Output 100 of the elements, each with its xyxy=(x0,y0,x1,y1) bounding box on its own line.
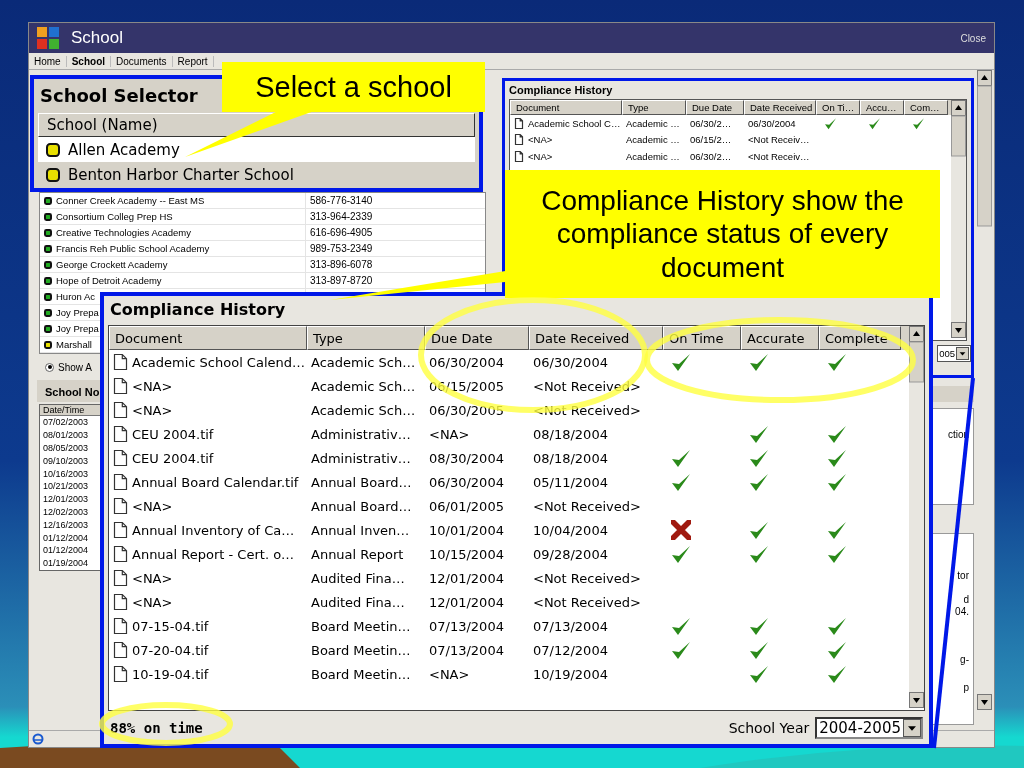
file-icon xyxy=(113,401,128,419)
file-icon xyxy=(113,665,128,683)
table-cell: Academic … xyxy=(626,117,680,129)
table-cell: 06/30/2004 xyxy=(748,117,796,129)
column-header[interactable]: Due Date xyxy=(686,100,744,115)
scrollbar[interactable] xyxy=(951,100,966,338)
column-header[interactable]: Date Received xyxy=(744,100,816,115)
column-header[interactable]: Type xyxy=(622,100,686,115)
column-header[interactable]: Due Date xyxy=(425,326,529,350)
school-name[interactable]: Hope of Detroit Academy xyxy=(56,275,162,286)
column-header[interactable]: Document xyxy=(510,100,622,115)
table-cell-text: 01/12/2004 xyxy=(42,531,89,545)
table-cell: Annual Board… xyxy=(311,474,412,490)
file-icon xyxy=(113,593,128,611)
table-cell-text: 01/12/2004 xyxy=(42,544,89,558)
note-text: tor xyxy=(957,570,969,581)
column-header[interactable]: Accu… xyxy=(860,100,904,115)
table-cell: 07/13/2004 xyxy=(429,618,504,634)
panel-title: Compliance History xyxy=(508,83,614,98)
table-cell-text: 08/01/2003 xyxy=(42,429,89,443)
table-cell-text: 10/21/2003 xyxy=(42,480,89,494)
note-text: p xyxy=(963,682,969,693)
file-icon xyxy=(113,449,128,467)
scrollbar[interactable] xyxy=(909,326,924,708)
column-header[interactable]: Accurate xyxy=(741,326,819,350)
table-cell: Administrativ… xyxy=(311,450,411,466)
menu-tab[interactable]: Home xyxy=(29,55,67,67)
table-cell: <NA> xyxy=(528,150,553,162)
table-cell: CEU 2004.tif xyxy=(132,426,214,442)
year-dropdown[interactable]: 005 xyxy=(937,345,971,362)
callout-text: Select a school xyxy=(222,62,485,112)
radio-label[interactable]: Show A xyxy=(58,361,92,373)
column-header[interactable]: Type xyxy=(307,326,425,350)
school-name[interactable]: Conner Creek Academy -- East MS xyxy=(56,195,205,206)
column-header[interactable]: On Time xyxy=(663,326,741,350)
column-header[interactable]: On Ti… xyxy=(816,100,860,115)
menu-tab[interactable]: Report xyxy=(172,55,214,67)
column-header[interactable]: Complete xyxy=(819,326,901,350)
table-cell-text: 01/19/2004 xyxy=(42,557,89,570)
school-name[interactable]: Marshall xyxy=(56,339,92,350)
school-name[interactable]: Joy Prepa xyxy=(56,307,99,318)
column-header[interactable]: Date Received xyxy=(529,326,663,350)
table-cell-text: 12/01/2003 xyxy=(42,493,89,506)
table-cell: 06/30/2004 xyxy=(429,354,504,370)
school-name[interactable]: Creative Technologies Academy xyxy=(56,227,191,238)
table-cell: 06/30/2004 xyxy=(533,354,608,370)
table-cell: Annual Board… xyxy=(311,498,412,514)
table-cell: Academic Sch… xyxy=(311,378,416,394)
table-cell: Annual Report xyxy=(311,546,404,562)
column-header[interactable]: Document xyxy=(109,326,307,350)
table-cell: <Not Receiv… xyxy=(748,134,810,146)
table-cell: <NA> xyxy=(132,378,173,394)
school-name[interactable]: Huron Ac xyxy=(56,291,96,302)
table-cell: 10/19/2004 xyxy=(533,666,608,682)
table-cell-text: 12/02/2003 xyxy=(42,506,89,519)
scrollbar[interactable] xyxy=(977,70,992,710)
list-row[interactable]: Allen Academy xyxy=(38,137,475,162)
file-icon xyxy=(113,617,128,635)
table-cell-text: 08/05/2003 xyxy=(42,442,89,455)
menu-tab[interactable]: School xyxy=(66,55,112,67)
table-cell: <NA> xyxy=(429,666,470,682)
school-name[interactable]: Consortium Colleg Prep HS xyxy=(56,211,173,222)
table-cell: <NA> xyxy=(132,402,173,418)
file-icon xyxy=(514,133,524,147)
school-name: Benton Harbor Charter School xyxy=(68,165,294,184)
table-cell: Audited Fina… xyxy=(311,594,405,610)
table-cell: Audited Fina… xyxy=(311,570,405,586)
close-link[interactable]: Close xyxy=(960,32,986,44)
table-cell: <NA> xyxy=(528,134,553,146)
table-cell: 07/12/2004 xyxy=(533,642,608,658)
school-name[interactable]: George Crockett Academy xyxy=(56,259,168,270)
table-cell: 12/01/2004 xyxy=(429,570,504,586)
table-cell: 07-20-04.tif xyxy=(132,642,209,658)
table-cell-text: 12/16/2003 xyxy=(42,518,89,532)
table-cell: 10/01/2004 xyxy=(429,522,504,538)
school-name[interactable]: Joy Prepa xyxy=(56,323,99,334)
summary-text: 88% on time xyxy=(110,719,203,736)
year-dropdown[interactable]: 2004-2005 xyxy=(815,716,923,739)
table-cell: Annual Report - Cert. o… xyxy=(132,546,295,562)
phone-number: 586-776-3140 xyxy=(310,195,373,206)
table-cell: <Not Received> xyxy=(533,570,641,586)
note-text: d xyxy=(963,594,969,605)
menu-tab[interactable]: Documents xyxy=(111,55,173,67)
table-cell: <NA> xyxy=(132,594,173,610)
file-icon xyxy=(113,497,128,515)
phone-number: 313-896-6078 xyxy=(310,259,373,270)
column-header[interactable]: Com… xyxy=(904,100,948,115)
column-header[interactable]: School (Name) xyxy=(38,113,475,137)
table-cell: Board Meetin… xyxy=(311,666,411,682)
file-icon xyxy=(113,545,128,563)
table-cell: Administrativ… xyxy=(311,426,411,442)
school-name: Allen Academy xyxy=(68,140,180,159)
table-cell-text: 10/16/2003 xyxy=(42,467,89,481)
file-icon xyxy=(113,377,128,395)
radio-button[interactable] xyxy=(45,362,54,372)
panel-title: Compliance History xyxy=(109,299,287,321)
school-name[interactable]: Francis Reh Public School Academy xyxy=(56,243,210,254)
table-cell: 07-15-04.tif xyxy=(132,618,209,634)
table-cell: <NA> xyxy=(132,570,173,586)
column-header[interactable]: Date/Time xyxy=(40,405,100,417)
